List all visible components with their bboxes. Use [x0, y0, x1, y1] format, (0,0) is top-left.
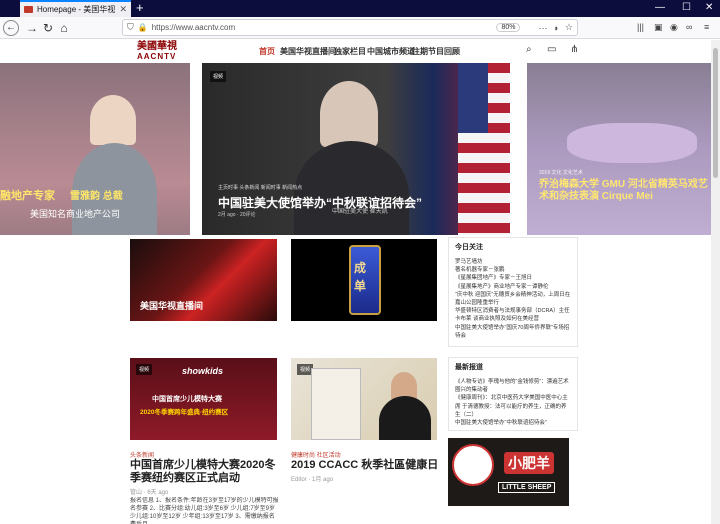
lock-icon[interactable]: 🔒 — [138, 23, 148, 32]
today-item[interactable]: 《星展集地产》商业地产专家－谭静伦 — [455, 283, 571, 291]
today-item[interactable]: 著名机器专家－张鹏 — [455, 266, 571, 274]
live-room-card[interactable]: 美国华视直播间 — [130, 239, 277, 321]
kids-img-line1: 中国首席少儿模特大赛 — [152, 396, 222, 403]
navigation-toolbar: ← → ↻ ⌂ ⛉ 🔒 https://www.aacntv.com 80% ·… — [0, 17, 720, 39]
extension-icon-2[interactable]: ∞ — [686, 22, 692, 32]
address-bar[interactable]: ⛉ 🔒 https://www.aacntv.com 80% ··· ◗ ☆ — [122, 19, 578, 36]
logo-english: AACNTV — [137, 52, 177, 61]
ccacc-meta: Editor · 1月 ago — [291, 477, 334, 483]
new-tab-icon[interactable]: + — [136, 1, 144, 15]
bookmark-star-icon[interactable]: ☆ — [565, 22, 573, 33]
ad-english: LITTLE SHEEP — [498, 482, 556, 493]
tab-title: Homepage - 美国华视 — [37, 5, 116, 14]
nav-exclusive[interactable]: 独家栏目 — [334, 46, 366, 57]
speaker-suit — [294, 141, 409, 235]
nav-live-room[interactable]: 美国华视直播间 — [280, 46, 336, 57]
forward-arrow-icon[interactable]: → — [24, 20, 40, 36]
today-item[interactable]: 《星展集团地产》专家－王旭日 — [455, 274, 571, 282]
ccacc-title[interactable]: 2019 CCACC 秋季社區健康日 — [291, 459, 441, 472]
live-room-label: 美国华视直播间 — [140, 301, 204, 311]
showkids-brand: showkids — [182, 366, 224, 376]
sheep-mascot — [452, 444, 494, 486]
menu-hamburger-icon[interactable]: ≡ — [704, 22, 709, 32]
ad-chinese: 小肥羊 — [504, 452, 554, 474]
sidebar-icon[interactable]: ▣ — [654, 22, 663, 33]
today-focus-box: 今日关注 罗马艺墙坊 著名机器专家－张鹏 《星展集团地产》专家－王旭日 《星展集… — [448, 237, 578, 347]
ccacc-card[interactable]: 视频 — [291, 358, 437, 440]
tracking-shield-icon[interactable]: ⛉ — [127, 22, 134, 33]
site-favicon-icon — [24, 6, 33, 13]
tv-icon[interactable]: ▭ — [547, 44, 556, 55]
latest-news-title: 最新报道 — [455, 364, 483, 371]
kids-excerpt: 报名信息 1、报名条件:年龄在3岁至17岁的少儿模特可报名参赛 2、比赛分组:幼… — [130, 498, 279, 524]
kids-model-card[interactable]: 视频 showkids 中国首席少儿模特大赛 2020冬季赛跨年盛典·纽约赛区 — [130, 358, 277, 440]
nav-past-programs[interactable]: 往期节目回顾 — [412, 46, 460, 57]
url-text[interactable]: https://www.aacntv.com — [152, 23, 497, 32]
maximize-icon[interactable]: ☐ — [682, 2, 691, 13]
hero-slide-center[interactable]: 视频 中国驻美大使 崔天凯 主页时事 头条新闻 新闻时事 新闻热点 中国驻美大使… — [202, 63, 510, 235]
logo-chinese: 美國華視 — [137, 41, 177, 52]
hero-meta: 2月 ago · 20评论 — [218, 212, 256, 218]
latest-item[interactable]: 《人物专访》李瑰与他的“金钱修剪”：漂遍艺术圈兴的集动者 — [455, 378, 571, 394]
chendan-card[interactable]: 成单 — [291, 239, 437, 321]
flag-canton — [458, 63, 488, 133]
share-icon[interactable]: ⋔ — [570, 44, 578, 55]
video-tag: 视频 — [136, 364, 153, 375]
today-item[interactable]: “庆中秋 迎国庆”无穗贸乡会精神活动，上周日在嘉山公园隆重举行 — [455, 291, 571, 307]
poster-board — [311, 368, 361, 440]
kids-img-line2: 2020冬季赛跨年盛典·纽约赛区 — [140, 409, 229, 416]
kids-category[interactable]: 头条新闻 — [130, 450, 154, 459]
hero-title[interactable]: 中国驻美大使馆举办“中秋联谊招待会” — [218, 194, 422, 211]
today-item[interactable]: 罗马艺墙坊 — [455, 258, 571, 266]
extension-icon[interactable]: ◉ — [670, 22, 678, 33]
speaker-face — [320, 81, 378, 147]
nav-city-channel[interactable]: 中国城市频道 — [367, 46, 415, 57]
ccacc-category[interactable]: 健康时尚 社区活动 — [291, 450, 341, 459]
minimize-icon[interactable]: — — [655, 2, 665, 13]
pocket-icon[interactable]: ◗ — [553, 23, 558, 33]
library-icon[interactable]: ||| — [637, 22, 644, 32]
home-icon[interactable]: ⌂ — [56, 20, 72, 36]
window-close-icon[interactable]: ✕ — [705, 2, 713, 13]
reporter-body — [379, 396, 431, 440]
browser-tab[interactable]: Homepage - 美国华视 ✕ — [20, 0, 131, 17]
tab-close-icon[interactable]: ✕ — [119, 4, 127, 15]
chendan-label: 成单 — [354, 261, 367, 293]
today-focus-title: 今日关注 — [455, 244, 483, 251]
hero-categories[interactable]: 主页时事 头条新闻 新闻时事 新闻热点 — [218, 184, 302, 191]
today-item[interactable]: 中国驻美大使馆举办“国庆70周年侨界联”专场招待会 — [455, 324, 571, 340]
scrollbar-thumb[interactable] — [713, 48, 718, 178]
zoom-level[interactable]: 80% — [496, 23, 521, 32]
back-arrow-icon[interactable]: ← — [3, 20, 19, 36]
search-icon[interactable]: ⌕ — [526, 44, 532, 55]
hero-slide-left[interactable]: 融地产专家 雷雅韵 总裁 美国知名商业地产公司 — [0, 63, 190, 235]
site-logo[interactable]: 美國華視 AACNTV — [137, 41, 187, 63]
little-sheep-ad[interactable]: 小肥羊 LITTLE SHEEP — [448, 438, 569, 506]
hero-slide-right[interactable]: 2019 文化 文化艺术 乔治梅森大学 GMU 河北省精英马戏艺术和杂技表演 C… — [527, 63, 711, 235]
page-actions-icon[interactable]: ··· — [538, 23, 547, 33]
latest-item[interactable]: 中国驻美大使馆举办“中秋联谊招待会” — [455, 419, 571, 427]
nav-home[interactable]: 首页 — [259, 46, 275, 57]
browser-tab-strip: Homepage - 美国华视 ✕ + — ☐ ✕ — [0, 0, 720, 17]
reload-icon[interactable]: ↻ — [40, 20, 56, 36]
today-item[interactable]: 华盛顿特区消费者与法规事务部（DCRA）主任 卡布莱 谈商业执照及如何在美经营 — [455, 307, 571, 323]
kids-title[interactable]: 中国首席少儿模特大赛2020冬季赛纽约赛区正式启动 — [130, 459, 282, 485]
kids-meta: 管山 · 6天 ago — [130, 490, 169, 496]
latest-item[interactable]: 《健康周刊》：北京中医药大学美国中医中心主席 于清德教授：法可以能疗的养生，正确… — [455, 394, 571, 419]
latest-news-box: 最新报道 《人物专访》李瑰与他的“金钱修剪”：漂遍艺术圈兴的集动者 《健康周刊》… — [448, 357, 578, 431]
video-tag: 视频 — [210, 71, 227, 82]
